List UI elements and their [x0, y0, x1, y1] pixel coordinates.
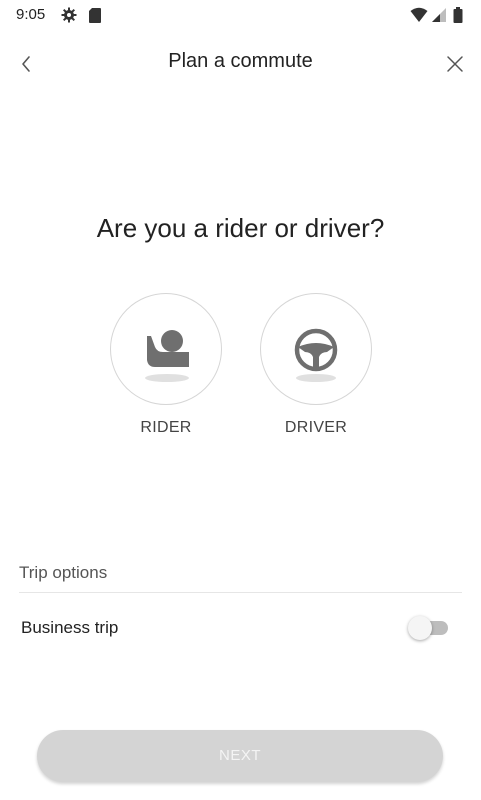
sd-card-icon [88, 7, 102, 28]
driver-option-label: DRIVER [284, 419, 348, 436]
divider [19, 592, 462, 593]
battery-icon [453, 7, 463, 28]
close-icon [447, 56, 463, 72]
role-question: Are you a rider or driver? [96, 213, 385, 243]
page-title: Plan a commute [168, 50, 313, 72]
next-button[interactable]: NEXT [37, 730, 443, 782]
business-trip-label: Business trip [21, 618, 119, 637]
driver-option-circle[interactable] [260, 293, 372, 405]
steering-wheel-icon [294, 328, 338, 382]
trip-options-heading: Trip options [19, 563, 108, 582]
header: Plan a commute [0, 40, 481, 86]
rider-seat-icon [145, 330, 189, 382]
toggle-thumb [408, 616, 432, 640]
status-bar: 9:05 [0, 0, 481, 30]
driver-option[interactable]: DRIVER [260, 293, 372, 437]
gear-icon [61, 7, 77, 28]
status-time: 9:05 [16, 6, 46, 23]
rider-option-label: RIDER [140, 419, 192, 436]
signal-icon [431, 7, 447, 28]
business-trip-toggle[interactable] [408, 616, 448, 640]
rider-option[interactable]: RIDER [110, 293, 222, 437]
wifi-icon [410, 7, 428, 28]
close-button[interactable] [441, 50, 469, 78]
rider-option-circle[interactable] [110, 293, 222, 405]
